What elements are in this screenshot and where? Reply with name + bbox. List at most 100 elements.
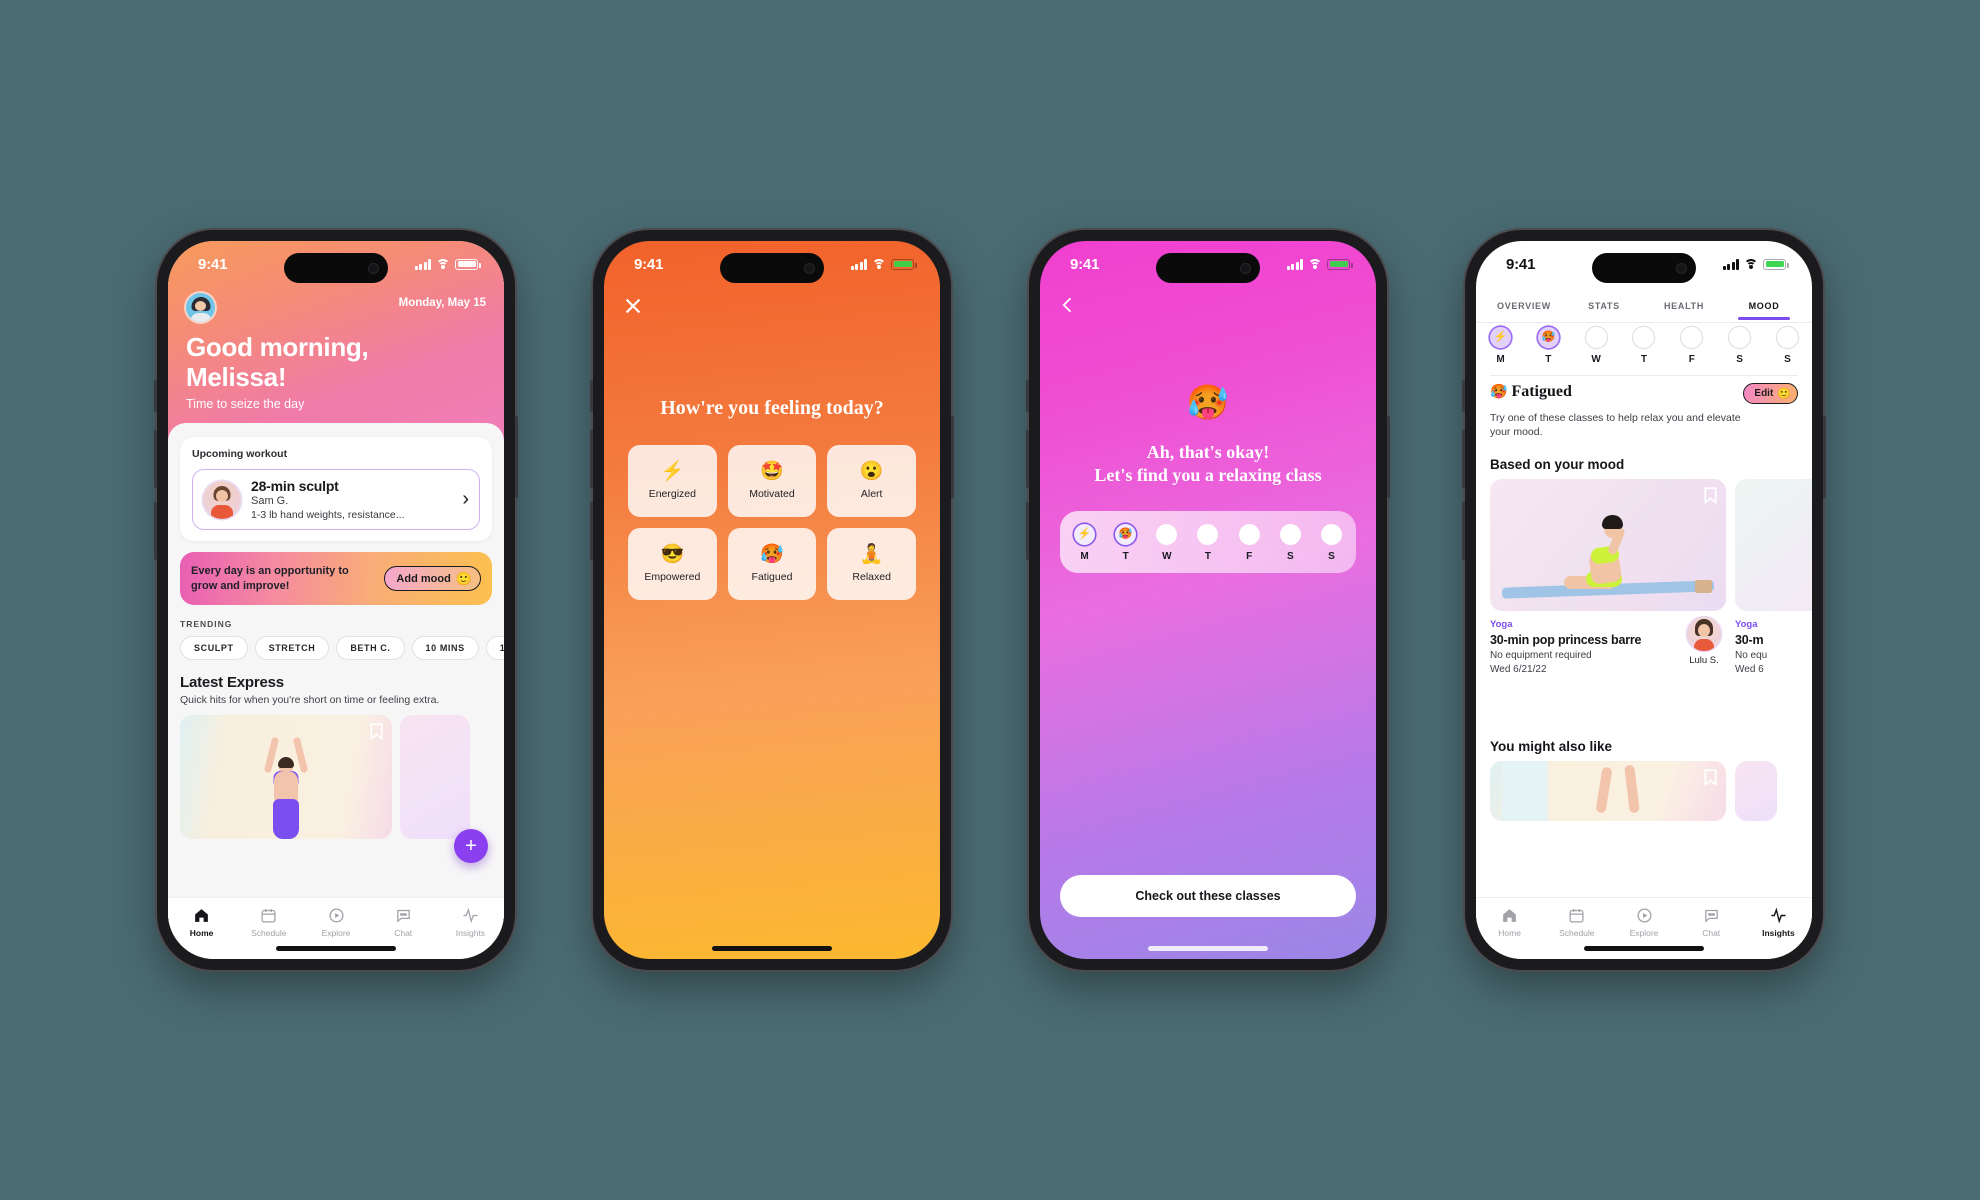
tab-label: Chat <box>394 928 413 938</box>
volume-down-button[interactable] <box>590 502 593 560</box>
day-m[interactable]: ⚡ M <box>1490 327 1511 365</box>
workout-row[interactable]: 28-min sculpt Sam G. 1-3 lb hand weights… <box>192 469 480 530</box>
day-m[interactable]: ⚡ M <box>1074 524 1095 562</box>
status-indicators <box>414 258 481 270</box>
mood-tile-alert[interactable]: 😮 Alert <box>827 445 916 517</box>
tab-insights[interactable]: Insights <box>437 907 504 938</box>
insights-tabs: OVERVIEW STATS HEALTH MOOD <box>1476 289 1812 323</box>
greeting-block: Good morning, Melissa! Time to seize the … <box>186 332 480 411</box>
day-label: W <box>1591 354 1601 365</box>
phone-mood-result: 9:41 🥵 Ah, that's okay! Let's find you a … <box>1026 230 1390 970</box>
mood-dot <box>1197 524 1219 545</box>
chevron-left-icon[interactable] <box>1058 295 1078 315</box>
power-button[interactable] <box>1387 416 1390 498</box>
upcoming-workout-label: Upcoming workout <box>192 448 288 460</box>
tab-stats[interactable]: STATS <box>1564 292 1644 320</box>
power-button[interactable] <box>1823 416 1826 498</box>
mood-tile-fatigued[interactable]: 🥵 Fatigued <box>727 528 817 600</box>
close-icon[interactable] <box>622 295 644 317</box>
tab-health[interactable]: HEALTH <box>1644 292 1724 320</box>
chip-sculpt[interactable]: SCULPT <box>180 636 248 661</box>
tab-explore[interactable]: Explore <box>302 907 369 938</box>
day-f[interactable]: F <box>1681 327 1703 365</box>
class-card-next[interactable]: Yoga 30-m No equ Wed 6 <box>1735 479 1812 675</box>
volume-down-button[interactable] <box>1462 502 1465 560</box>
bookmark-icon[interactable] <box>370 723 383 741</box>
recommended-card-next[interactable] <box>1735 761 1777 821</box>
express-class-card-next[interactable] <box>400 715 470 840</box>
tab-schedule[interactable]: Schedule <box>235 907 302 938</box>
wifi-icon <box>1744 258 1758 270</box>
mood-tile-empowered[interactable]: 😎 Empowered <box>628 528 717 600</box>
home-indicator <box>276 946 396 951</box>
day-label: T <box>1122 551 1129 562</box>
day-s2[interactable]: S <box>1776 327 1798 365</box>
calendar-icon <box>1569 909 1584 923</box>
day-s1[interactable]: S <box>1279 524 1301 562</box>
tab-insights[interactable]: Insights <box>1745 907 1812 938</box>
hot-face-icon: 🥵 <box>1186 384 1230 422</box>
check-out-classes-button[interactable]: Check out these classes <box>1060 875 1356 917</box>
mood-dot: ⚡ <box>1074 524 1095 545</box>
instructor-block[interactable]: Lulu S. <box>1682 617 1726 666</box>
avatar[interactable] <box>186 293 215 322</box>
chip-stretch[interactable]: STRETCH <box>254 636 330 661</box>
tab-explore[interactable]: Explore <box>1610 907 1677 938</box>
mood-tile-energized[interactable]: ⚡ Energized <box>628 445 717 517</box>
power-button[interactable] <box>951 416 954 498</box>
hot-face-icon: 🥵 <box>1490 385 1508 400</box>
mood-tile-relaxed[interactable]: 🧘 Relaxed <box>827 528 916 600</box>
recommended-card[interactable] <box>1490 761 1726 821</box>
week-mood-strip: ⚡ M 🥵 T W T F S S <box>1060 511 1356 573</box>
tab-overview[interactable]: OVERVIEW <box>1484 292 1564 320</box>
tab-home[interactable]: Home <box>168 907 235 938</box>
workout-title: 28-min sculpt <box>251 478 339 494</box>
day-t1[interactable]: 🥵 T <box>1537 327 1559 365</box>
edit-mood-button[interactable]: Edit 🙂 <box>1743 383 1798 404</box>
day-label: T <box>1204 551 1212 562</box>
tab-mood[interactable]: MOOD <box>1724 292 1804 320</box>
status-time: 9:41 <box>198 255 228 273</box>
bookmark-icon[interactable] <box>1704 487 1717 504</box>
chip-15[interactable]: 15 <box>485 636 504 661</box>
add-mood-button[interactable]: Add mood 🙂 <box>384 566 481 592</box>
dynamic-island <box>720 253 824 283</box>
pulse-icon <box>463 907 478 924</box>
day-f[interactable]: F <box>1238 524 1260 562</box>
tab-home[interactable]: Home <box>1476 907 1543 938</box>
express-class-card[interactable] <box>180 715 392 840</box>
current-date: Monday, May 15 <box>398 297 486 309</box>
day-s1[interactable]: S <box>1729 327 1751 365</box>
volume-down-button[interactable] <box>1026 502 1029 560</box>
class-card[interactable]: Yoga 30-min pop princess barre No equipm… <box>1490 479 1726 675</box>
play-circle-icon <box>1636 908 1652 923</box>
chip-10-mins[interactable]: 10 MINS <box>411 636 479 661</box>
tab-chat[interactable]: Chat <box>370 907 437 938</box>
tab-chat[interactable]: Chat <box>1678 907 1745 938</box>
mood-dot <box>1320 524 1342 545</box>
dynamic-island <box>284 253 388 283</box>
day-t2[interactable]: T <box>1633 327 1655 365</box>
add-button[interactable]: + <box>454 829 488 863</box>
lightning-icon: ⚡ <box>660 461 685 482</box>
day-t2[interactable]: T <box>1197 524 1219 562</box>
tab-schedule[interactable]: Schedule <box>1543 907 1610 938</box>
section-you-might-also-like: You might also like <box>1490 739 1613 754</box>
day-label: S <box>1286 551 1294 562</box>
bookmark-icon[interactable] <box>1704 769 1717 786</box>
class-title: 30-min pop princess barre <box>1490 633 1642 647</box>
day-t1[interactable]: 🥵 T <box>1115 524 1137 562</box>
class-image <box>1490 479 1726 611</box>
power-button[interactable] <box>515 416 518 498</box>
mood-tile-motivated[interactable]: 🤩 Motivated <box>727 445 817 517</box>
day-w[interactable]: W <box>1156 524 1178 562</box>
day-label: F <box>1246 551 1253 562</box>
mood-question: How're you feeling today? <box>660 397 884 419</box>
mood-dot <box>1681 327 1703 348</box>
mood-class-list: Yoga 30-min pop princess barre No equipm… <box>1490 479 1812 675</box>
chevron-right-icon[interactable]: › <box>460 488 469 511</box>
chip-beth-c[interactable]: BETH C. <box>336 636 405 661</box>
day-w[interactable]: W <box>1585 327 1607 365</box>
volume-down-button[interactable] <box>154 502 157 560</box>
day-s2[interactable]: S <box>1320 524 1342 562</box>
